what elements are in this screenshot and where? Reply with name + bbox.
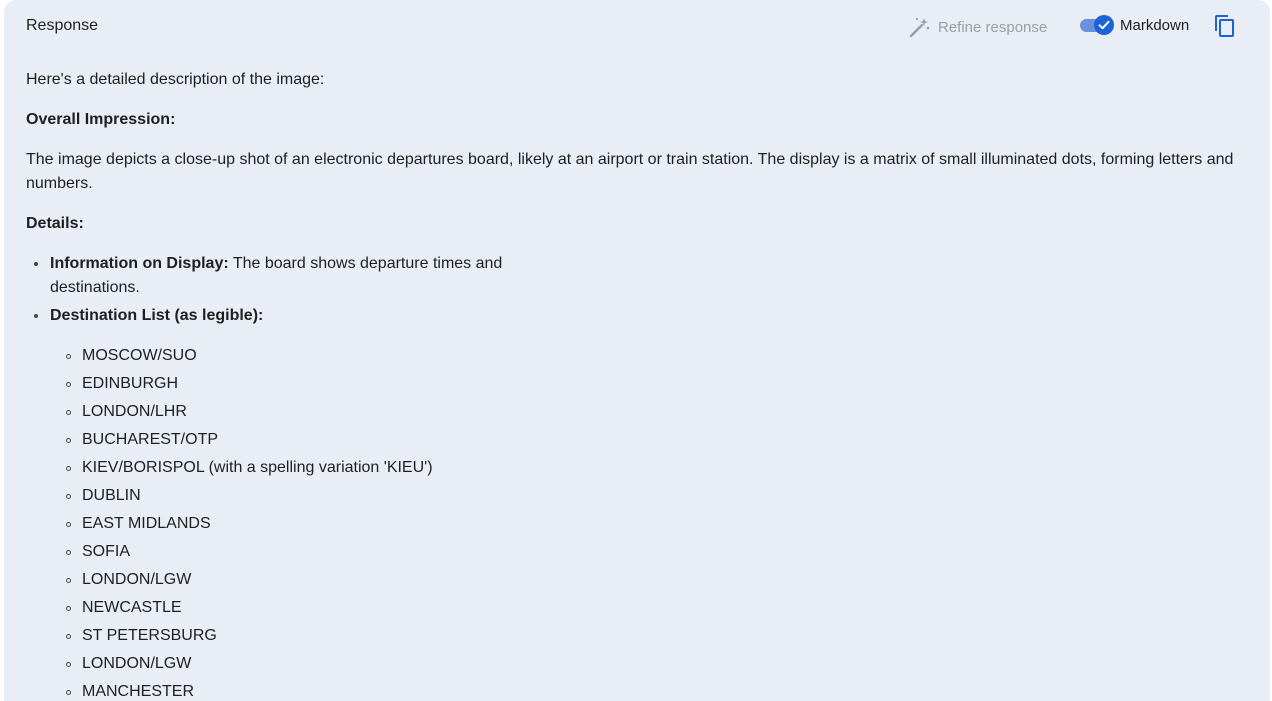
copy-icon (1215, 15, 1234, 37)
destination-item: MOSCOW/SUO (50, 344, 1256, 372)
toggle-knob (1094, 15, 1114, 35)
destination-item: NEWCASTLE (50, 596, 1256, 624)
details-list: Information on Display: The board shows … (26, 252, 1256, 701)
list-item: Destination List (as legible): MOSCOW/SU… (26, 304, 1256, 701)
destination-item: ST PETERSBURG (50, 624, 1256, 652)
markdown-label: Markdown (1120, 16, 1190, 34)
response-panel: Response Refine response Markdown Here's… (4, 0, 1270, 701)
response-content: Here's a detailed description of the ima… (26, 68, 1256, 701)
response-title: Response (26, 17, 99, 34)
details-heading: Details: (26, 215, 84, 232)
overall-text: The image depicts a close-up shot of an … (26, 151, 1234, 192)
check-icon (1098, 20, 1110, 30)
response-header: Response Refine response Markdown (4, 0, 1270, 52)
intro-text: Here's a detailed description of the ima… (26, 71, 325, 88)
destination-item: BUCHAREST/OTP (50, 428, 1256, 456)
destination-item: SOFIA (50, 540, 1256, 568)
refine-response-label: Refine response (938, 18, 1048, 36)
list-item: Information on Display: The board shows … (26, 252, 1256, 300)
markdown-toggle[interactable] (1078, 13, 1114, 37)
destination-item: KIEV/BORISPOL (with a spelling variation… (50, 456, 1256, 484)
destination-item: MANCHESTER (50, 680, 1256, 701)
bullet-label: Information on Display: (50, 255, 229, 272)
markdown-toggle-group: Markdown (1078, 13, 1189, 37)
destination-list: MOSCOW/SUO EDINBURGH LONDON/LHR BUCHARES… (50, 344, 1256, 701)
destination-item: LONDON/LGW (50, 652, 1256, 680)
destination-item: EDINBURGH (50, 372, 1256, 400)
destination-item: LONDON/LHR (50, 400, 1256, 428)
copy-button[interactable] (1212, 13, 1238, 39)
destination-item: EAST MIDLANDS (50, 512, 1256, 540)
magic-wand-icon (908, 15, 932, 39)
bullet-label: Destination List (as legible): (50, 307, 264, 324)
destination-item: LONDON/LGW (50, 568, 1256, 596)
refine-response-button[interactable]: Refine response (908, 15, 1047, 39)
overall-heading: Overall Impression: (26, 111, 176, 128)
destination-item: DUBLIN (50, 484, 1256, 512)
